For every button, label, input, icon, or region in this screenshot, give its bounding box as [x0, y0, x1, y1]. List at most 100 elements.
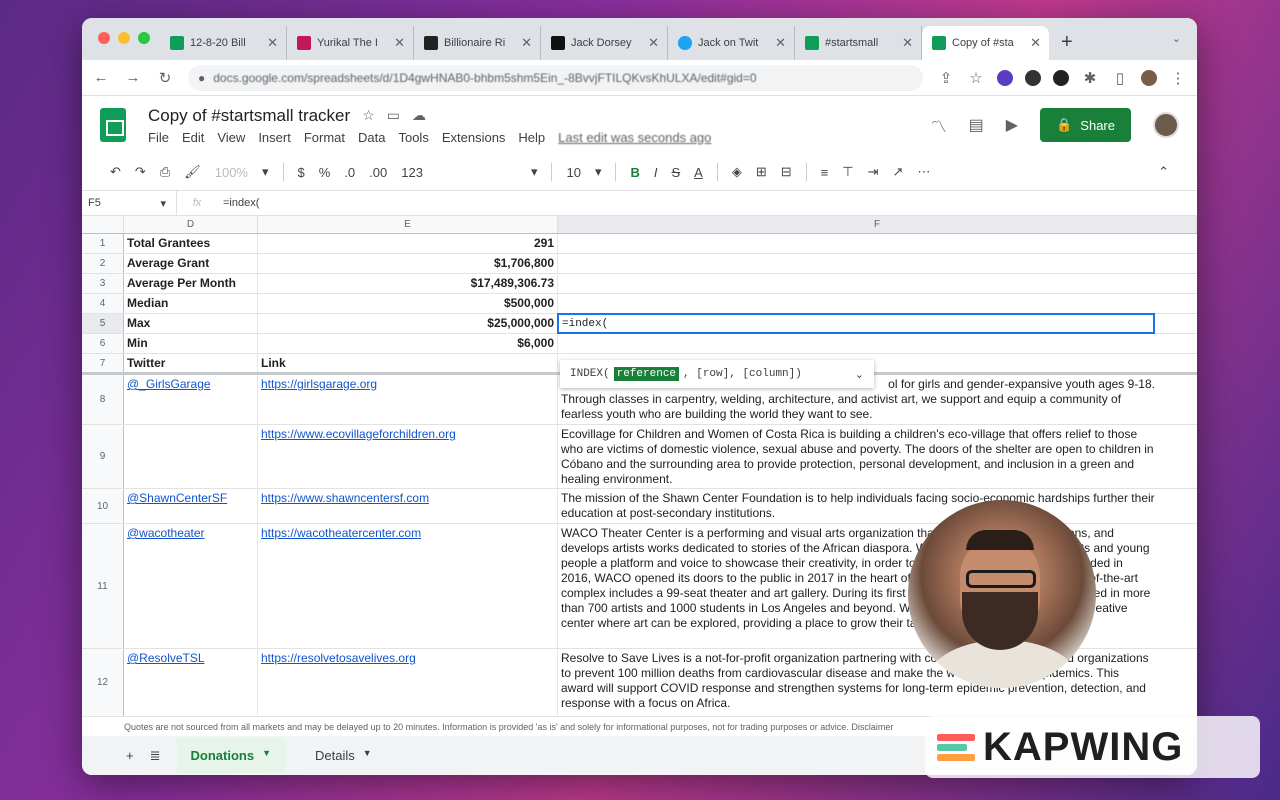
reload-icon[interactable]: ↻: [156, 69, 174, 87]
browser-tab-active[interactable]: Copy of #sta ✕: [922, 26, 1049, 60]
maximize-window-button[interactable]: [138, 32, 150, 44]
row-header[interactable]: 1: [82, 234, 124, 253]
last-edit-link[interactable]: Last edit was seconds ago: [558, 130, 711, 145]
header-cell-link[interactable]: Link: [258, 354, 558, 372]
column-header[interactable]: E: [258, 216, 558, 233]
twitter-cell[interactable]: @wacotheater: [124, 524, 258, 648]
menu-data[interactable]: Data: [358, 130, 385, 145]
description-cell[interactable]: Ecovillage for Children and Women of Cos…: [558, 425, 1158, 488]
add-sheet-icon[interactable]: +: [126, 748, 134, 763]
close-tab-icon[interactable]: ✕: [902, 35, 913, 51]
row-header[interactable]: 7: [82, 354, 124, 372]
forward-arrow-icon[interactable]: →: [124, 69, 142, 86]
currency-format-button[interactable]: $: [298, 165, 305, 180]
row-header[interactable]: 8: [82, 375, 124, 424]
more-vert-icon[interactable]: ⋮: [1169, 69, 1187, 87]
sidebar-icon[interactable]: ▯: [1111, 69, 1129, 87]
column-header[interactable]: D: [124, 216, 258, 233]
cell[interactable]: Min: [124, 334, 258, 353]
redo-icon[interactable]: ↷: [135, 164, 146, 180]
minimize-window-button[interactable]: [118, 32, 130, 44]
italic-button[interactable]: I: [654, 165, 658, 180]
menu-edit[interactable]: Edit: [182, 130, 204, 145]
trend-chart-icon[interactable]: 〽: [931, 113, 947, 137]
cell[interactable]: 291: [258, 234, 558, 253]
meet-video-icon[interactable]: ▶: [1006, 115, 1018, 135]
close-window-button[interactable]: [98, 32, 110, 44]
formula-input[interactable]: =index(: [217, 197, 259, 209]
star-icon[interactable]: ☆: [362, 107, 375, 124]
tab-search-chevron-icon[interactable]: ⌄: [1172, 32, 1181, 45]
new-tab-button[interactable]: +: [1049, 31, 1085, 60]
name-box[interactable]: F5 ▾: [82, 191, 177, 215]
paint-format-icon[interactable]: 🖌: [184, 164, 201, 180]
menu-extensions[interactable]: Extensions: [442, 130, 506, 145]
row-header[interactable]: 4: [82, 294, 124, 313]
print-icon[interactable]: ⎙: [160, 164, 170, 180]
account-avatar[interactable]: [1153, 112, 1179, 138]
menu-format[interactable]: Format: [304, 130, 345, 145]
row-header[interactable]: 2: [82, 254, 124, 273]
vertical-align-icon[interactable]: ⊤: [842, 164, 853, 180]
row-header[interactable]: 10: [82, 489, 124, 523]
font-size-select[interactable]: 10: [566, 165, 580, 180]
formula-help-tooltip[interactable]: INDEX(reference, [row], [column]) ⌄: [560, 360, 874, 388]
link-cell[interactable]: https://www.shawncentersf.com: [258, 489, 558, 523]
select-all-corner[interactable]: [82, 216, 124, 233]
menu-help[interactable]: Help: [518, 130, 545, 145]
close-tab-icon[interactable]: ✕: [521, 35, 532, 51]
cell[interactable]: Max: [124, 314, 258, 333]
collapse-toolbar-icon[interactable]: ⌃: [1158, 164, 1169, 180]
move-folder-icon[interactable]: ▭: [387, 107, 400, 124]
twitter-cell[interactable]: [124, 425, 258, 488]
browser-tab[interactable]: Jack Dorsey ✕: [541, 26, 668, 60]
close-tab-icon[interactable]: ✕: [1030, 35, 1041, 51]
browser-tab[interactable]: #startsmall ✕: [795, 26, 922, 60]
address-bar[interactable]: ● docs.google.com/spreadsheets/d/1D4gwHN…: [188, 64, 923, 91]
fill-color-icon[interactable]: ◈: [732, 164, 742, 180]
puzzle-icon[interactable]: ✱: [1081, 69, 1099, 87]
decrease-decimal-button[interactable]: .0: [344, 165, 355, 180]
twitter-cell[interactable]: @ShawnCenterSF: [124, 489, 258, 523]
browser-tab[interactable]: Jack on Twit ✕: [668, 26, 795, 60]
share-page-icon[interactable]: ⇪: [937, 69, 955, 87]
cell[interactable]: Total Grantees: [124, 234, 258, 253]
extension-icon[interactable]: [997, 69, 1013, 86]
link-cell[interactable]: https://resolvetosavelives.org: [258, 649, 558, 716]
bold-button[interactable]: B: [630, 165, 639, 180]
menu-tools[interactable]: Tools: [398, 130, 428, 145]
merge-cells-icon[interactable]: ⊟: [781, 164, 792, 180]
cell[interactable]: [558, 254, 1158, 273]
cell[interactable]: $1,706,800: [258, 254, 558, 273]
browser-tab[interactable]: 12-8-20 Bill ✕: [160, 26, 287, 60]
twitter-cell[interactable]: @ResolveTSL: [124, 649, 258, 716]
all-sheets-icon[interactable]: ≣: [150, 748, 161, 764]
close-tab-icon[interactable]: ✕: [267, 35, 278, 51]
more-horiz-icon[interactable]: ⋯: [917, 164, 930, 180]
cell[interactable]: [558, 334, 1158, 353]
cell[interactable]: Average Grant: [124, 254, 258, 273]
sheets-logo-icon[interactable]: [100, 108, 126, 142]
cell[interactable]: $500,000: [258, 294, 558, 313]
document-title[interactable]: Copy of #startsmall tracker: [148, 106, 350, 126]
link-cell[interactable]: https://girlsgarage.org: [258, 375, 558, 424]
row-header[interactable]: 9: [82, 425, 124, 488]
twitter-cell[interactable]: @_GirlsGarage: [124, 375, 258, 424]
description-cell[interactable]: The mission of the Shawn Center Foundati…: [558, 489, 1158, 523]
menu-file[interactable]: File: [148, 130, 169, 145]
column-header[interactable]: F: [558, 216, 1197, 233]
cell[interactable]: Median: [124, 294, 258, 313]
browser-tab[interactable]: Billionaire Ri ✕: [414, 26, 541, 60]
close-tab-icon[interactable]: ✕: [648, 35, 659, 51]
bookmark-star-icon[interactable]: ☆: [967, 69, 985, 87]
extension-icon[interactable]: [1053, 69, 1069, 86]
number-format-select[interactable]: 123: [401, 165, 423, 180]
menu-insert[interactable]: Insert: [258, 130, 291, 145]
text-rotate-icon[interactable]: ↗: [892, 164, 903, 180]
percent-format-button[interactable]: %: [319, 165, 331, 180]
close-tab-icon[interactable]: ✕: [775, 35, 786, 51]
zoom-select[interactable]: 100%: [215, 165, 248, 180]
cell[interactable]: $6,000: [258, 334, 558, 353]
sheet-tab-details[interactable]: Details ▼: [301, 738, 386, 773]
browser-tab[interactable]: Yurikal The I ✕: [287, 26, 414, 60]
